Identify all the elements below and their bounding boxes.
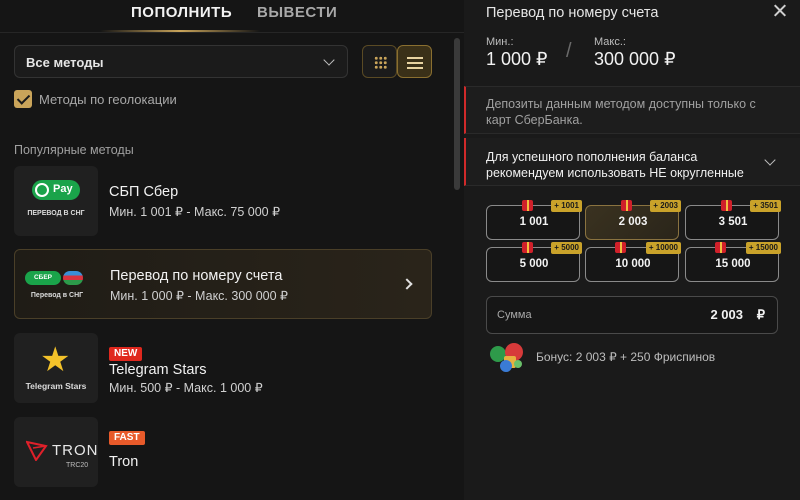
notice-sber-only: Депозиты данным методом доступны только …	[464, 86, 800, 134]
method-name: Telegram Stars	[109, 362, 207, 378]
method-logo: СБЕР Перевод в СНГ	[15, 250, 99, 320]
method-logo-caption: ПЕРЕВОД В СНГ	[27, 210, 85, 217]
method-logo: ★ Telegram Stars	[14, 333, 98, 403]
amount-preset-selected[interactable]: + 2003 2 003	[585, 200, 681, 240]
method-logo: Pay ПЕРЕВОД В СНГ	[14, 166, 98, 236]
methods-filter-select[interactable]: Все методы	[14, 45, 348, 78]
sber-logo: СБЕР	[25, 271, 61, 285]
method-logo-caption: TRC20	[66, 462, 89, 469]
amount-bonus-badge: + 5000	[551, 242, 582, 254]
method-limits: Мин. 1 001 ₽ - Макс. 75 000 ₽	[109, 205, 281, 219]
amount-bonus-badge: + 3501	[750, 200, 781, 212]
tab-deposit[interactable]: ПОПОЛНИТЬ	[131, 4, 232, 21]
chevron-down-icon	[323, 54, 335, 66]
payment-methods-panel: ПОПОЛНИТЬ ВЫВЕСТИ Все методы Методы по г…	[0, 0, 464, 500]
sum-input[interactable]: Сумма 2 003 ₽	[486, 296, 778, 334]
gift-icon	[721, 200, 732, 211]
amount-preset[interactable]: + 3501 3 501	[685, 200, 781, 240]
grid-view-button[interactable]	[362, 45, 397, 78]
star-icon: ★	[40, 341, 71, 379]
amount-preset[interactable]: + 10000 10 000	[585, 242, 681, 282]
flag-icon	[63, 271, 83, 285]
amount-preset[interactable]: + 5000 5 000	[486, 242, 582, 282]
amount-value: 3 501	[718, 216, 748, 228]
method-logo-caption: Telegram Stars	[25, 381, 87, 391]
method-item-tron[interactable]: TRON TRC20 FAST Tron	[14, 417, 432, 487]
grid-view-icon	[374, 56, 387, 69]
amount-bonus-badge: + 15000	[745, 242, 781, 254]
divider	[0, 32, 464, 33]
panel-title: Перевод по номеру счета	[486, 5, 659, 21]
min-value: 1 000 ₽	[486, 49, 548, 69]
new-badge: NEW	[109, 347, 143, 361]
scrollbar[interactable]	[454, 38, 460, 190]
tab-withdraw[interactable]: ВЫВЕСТИ	[257, 4, 337, 21]
sum-value[interactable]: 2 003	[710, 307, 743, 322]
gift-icon	[621, 200, 632, 211]
chevron-down-icon[interactable]	[764, 154, 776, 166]
amount-preset[interactable]: + 15000 15 000	[685, 242, 781, 282]
methods-filter-value: Все методы	[26, 55, 104, 70]
amount-value: 5 000	[519, 258, 549, 270]
gift-icon	[522, 242, 533, 253]
method-name: Перевод по номеру счета	[110, 268, 283, 284]
method-logo-caption: Перевод в СНГ	[30, 292, 84, 299]
max-value: 300 000 ₽	[594, 49, 676, 69]
fast-badge: FAST	[109, 431, 145, 445]
amount-value: 15 000	[715, 258, 751, 270]
list-view-icon	[407, 56, 423, 69]
notice-text: Депозиты данным методом доступны только …	[486, 97, 756, 127]
chevron-right-icon	[401, 278, 413, 290]
tron-wordmark: TRON	[52, 442, 99, 459]
sbp-pay-logo: Pay	[32, 180, 80, 200]
method-name: СБП Сбер	[109, 184, 179, 200]
amount-value: 2 003	[618, 216, 648, 228]
min-label: Мин.:	[486, 36, 514, 48]
sum-label: Сумма	[497, 309, 532, 321]
gift-icon	[522, 200, 533, 211]
gift-icon	[715, 242, 726, 253]
method-limits: Мин. 1 000 ₽ - Макс. 300 000 ₽	[110, 289, 288, 303]
amount-value: 10 000	[615, 258, 651, 270]
check-icon[interactable]	[14, 90, 32, 108]
gift-icon	[615, 242, 626, 253]
close-icon[interactable]	[770, 1, 790, 21]
method-item-sbp-sber[interactable]: Pay ПЕРЕВОД В СНГ СБП Сбер Мин. 1 001 ₽ …	[14, 166, 432, 236]
tabs: ПОПОЛНИТЬ ВЫВЕСТИ	[0, 0, 464, 32]
max-label: Макс.:	[594, 36, 626, 48]
gift-icon	[490, 343, 523, 372]
tron-icon	[26, 440, 48, 461]
list-view-button[interactable]	[397, 45, 432, 78]
notice-text: Для успешного пополнения баланса рекомен…	[486, 150, 744, 180]
method-item-telegram-stars[interactable]: ★ Telegram Stars NEW Telegram Stars Мин.…	[14, 333, 432, 403]
amount-bonus-badge: + 10000	[645, 242, 681, 254]
amount-value: 1 001	[519, 216, 549, 228]
geo-methods-label: Методы по геолокации	[39, 92, 177, 107]
amount-bonus-badge: + 2003	[650, 200, 681, 212]
method-details-panel: Перевод по номеру счета Мин.: 1 000 ₽ / …	[464, 0, 800, 500]
amount-bonus-badge: + 1001	[551, 200, 582, 212]
section-title: Популярные методы	[14, 143, 134, 157]
bonus-text: Бонус: 2 003 ₽ + 250 Фриспинов	[536, 350, 716, 364]
method-limits: Мин. 500 ₽ - Макс. 1 000 ₽	[109, 381, 263, 395]
limits-separator: /	[566, 40, 572, 62]
method-logo: TRON TRC20	[14, 417, 98, 487]
method-name: Tron	[109, 454, 139, 470]
currency-symbol: ₽	[756, 307, 765, 322]
method-item-account-transfer[interactable]: СБЕР Перевод в СНГ Перевод по номеру сче…	[14, 249, 432, 319]
notice-round-amounts[interactable]: Для успешного пополнения баланса рекомен…	[464, 138, 800, 186]
amount-preset[interactable]: + 1001 1 001	[486, 200, 582, 240]
